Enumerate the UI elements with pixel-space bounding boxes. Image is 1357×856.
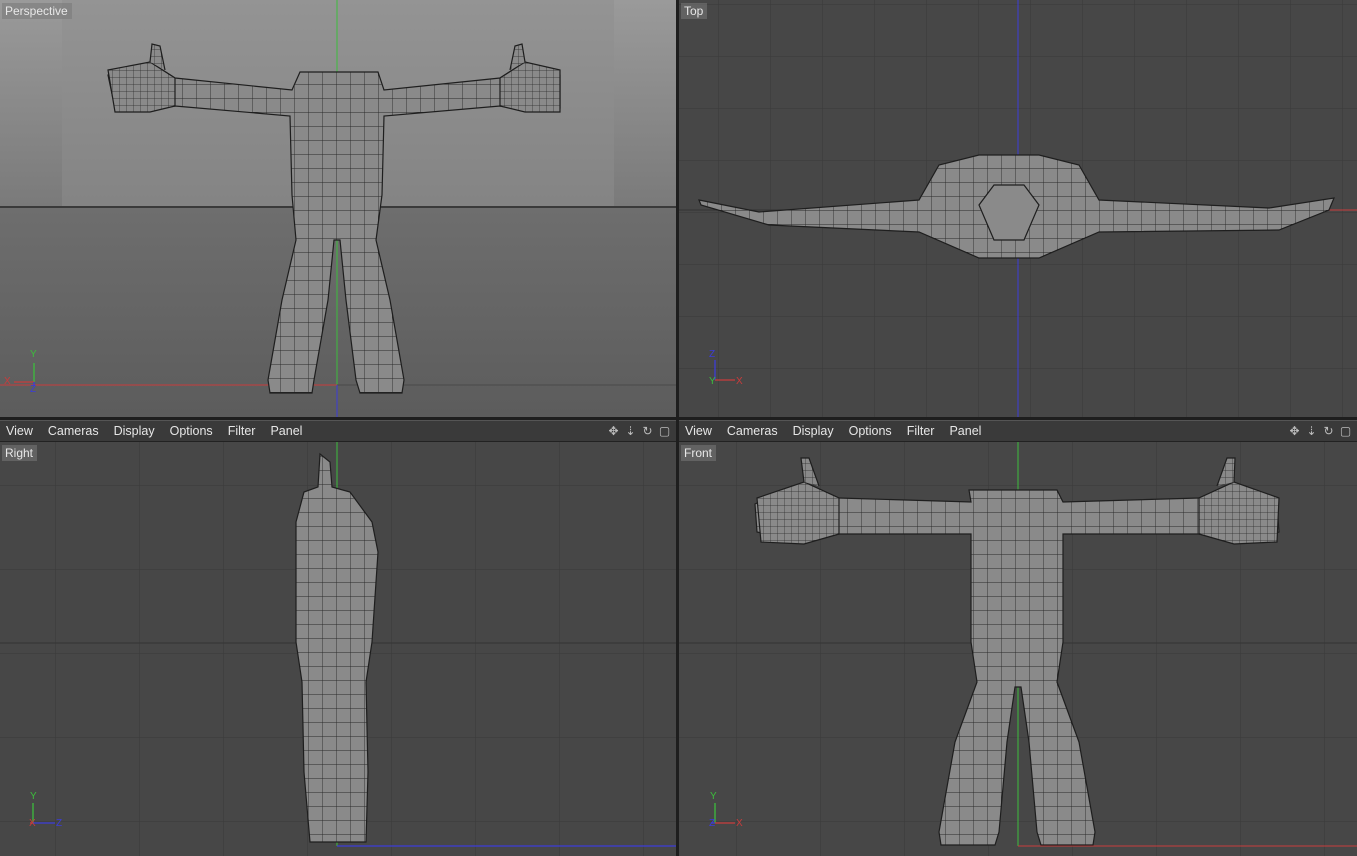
axis-label-y: Y — [709, 376, 716, 387]
axis-label-z: Z — [30, 384, 37, 395]
right-canvas — [0, 442, 676, 856]
viewport-label: Right — [2, 445, 38, 461]
front-canvas — [679, 442, 1357, 856]
viewport-label: Top — [681, 3, 708, 19]
axis-label-x: X — [4, 376, 11, 387]
menu-panel[interactable]: Panel — [949, 424, 981, 438]
viewport-front[interactable]: Front Y Z X — [679, 442, 1357, 856]
perspective-canvas — [0, 0, 676, 417]
menu-cameras[interactable]: Cameras — [727, 424, 778, 438]
menu-options[interactable]: Options — [849, 424, 892, 438]
maximize-icon[interactable]: ▢ — [1338, 423, 1353, 439]
axis-label-x: X — [736, 818, 743, 829]
axis-label-y: Y — [30, 349, 37, 360]
menu-filter[interactable]: Filter — [907, 424, 935, 438]
viewport-right[interactable]: Right Y X Z — [0, 442, 676, 856]
viewport-label: Perspective — [2, 3, 72, 19]
axis-label-x: X — [736, 376, 743, 387]
move-icon[interactable]: ✥ — [606, 423, 621, 439]
menu-view[interactable]: View — [685, 424, 712, 438]
viewport-perspective[interactable]: Perspective Y X Z — [0, 0, 676, 417]
move-icon[interactable]: ✥ — [1287, 423, 1302, 439]
menu-options[interactable]: Options — [170, 424, 213, 438]
menu-view[interactable]: View — [6, 424, 33, 438]
zoom-icon[interactable]: ⇣ — [1304, 423, 1319, 439]
axis-gizmo-perspective — [14, 363, 35, 386]
menu-display[interactable]: Display — [114, 424, 155, 438]
axis-label-z: Z — [709, 349, 716, 360]
axis-label-z: Z — [709, 818, 716, 829]
menu-filter[interactable]: Filter — [228, 424, 256, 438]
zoom-icon[interactable]: ⇣ — [623, 423, 638, 439]
menu-display[interactable]: Display — [793, 424, 834, 438]
viewport-top[interactable]: Top Z Y X — [679, 0, 1357, 417]
menu-panel[interactable]: Panel — [270, 424, 302, 438]
rotate-icon[interactable]: ↻ — [640, 423, 655, 439]
menubar-front-viewport: View Cameras Display Options Filter Pane… — [679, 420, 1357, 442]
axis-label-y: Y — [710, 791, 717, 802]
menubar-right-viewport: View Cameras Display Options Filter Pane… — [0, 420, 676, 442]
top-canvas — [679, 0, 1357, 417]
rotate-icon[interactable]: ↻ — [1321, 423, 1336, 439]
maximize-icon[interactable]: ▢ — [657, 423, 672, 439]
axis-label-y: Y — [30, 791, 37, 802]
axis-label-z: Z — [56, 818, 63, 829]
axis-label-x: X — [29, 818, 36, 829]
viewport-label: Front — [681, 445, 717, 461]
menu-cameras[interactable]: Cameras — [48, 424, 99, 438]
